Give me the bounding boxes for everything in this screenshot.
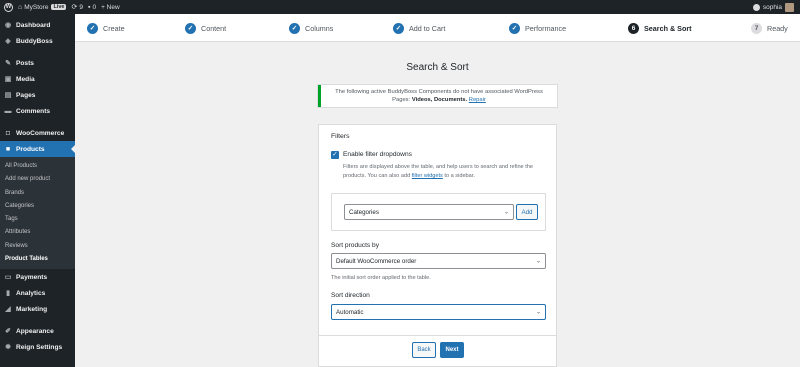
marketing-icon: ◢ — [5, 306, 11, 314]
products-icon: ■ — [5, 145, 11, 153]
step-performance[interactable]: ✓ Performance — [509, 14, 566, 42]
buddyboss-icon: ◈ — [5, 38, 11, 45]
appearance-icon: ✐ — [5, 328, 11, 336]
filters-heading: Filters — [331, 133, 350, 140]
step-content[interactable]: ✓ Content — [185, 14, 226, 42]
enable-filters-label[interactable]: Enable filter dropdowns — [343, 151, 412, 158]
sidebar-item-reign-settings[interactable]: ✹ Reign Settings — [0, 339, 75, 355]
check-icon: ✓ — [509, 22, 520, 34]
woocommerce-icon: ◘ — [5, 129, 11, 137]
site-name-link[interactable]: ⌂ MyStore Live — [18, 0, 67, 14]
sort-by-label: Sort products by — [331, 242, 380, 249]
pin-icon: ✎ — [5, 60, 11, 67]
step-create[interactable]: ✓ Create — [87, 14, 125, 42]
notice-banner: The following active BuddyBoss Component… — [318, 85, 557, 107]
notification-icon[interactable] — [752, 3, 760, 11]
submenu-item-categories[interactable]: Categories — [0, 200, 75, 213]
divider — [319, 335, 556, 336]
submenu-item-product-tables[interactable]: Product Tables — [0, 253, 75, 266]
admin-bar: W ⌂ MyStore Live ⟳ 9 ▪ 0 + New sophia — [0, 0, 800, 14]
live-badge: Live — [51, 4, 67, 10]
add-filter-button[interactable]: Add — [516, 204, 538, 220]
comments-icon: ▬ — [4, 107, 12, 115]
chevron-down-icon: ⌄ — [503, 209, 509, 216]
wizard-steps: ✓ Create ✓ Content ✓ Columns ✓ Add to Cart ✓… — [75, 14, 800, 42]
dashboard-icon: ◉ — [4, 22, 12, 29]
chevron-down-icon: ⌄ — [535, 309, 541, 316]
sort-direction-label: Sort direction — [331, 292, 370, 299]
comments-link[interactable]: ▪ 0 — [88, 0, 96, 14]
payments-icon: ▭ — [4, 274, 12, 282]
step-ready[interactable]: 7 Ready — [751, 14, 788, 42]
submenu-item-reviews[interactable]: Reviews — [0, 240, 75, 253]
submenu-item-all-products[interactable]: All Products — [0, 160, 75, 173]
sidebar-item-marketing[interactable]: ◢ Marketing — [0, 301, 75, 317]
sidebar-item-analytics[interactable]: ▮ Analytics — [0, 285, 75, 301]
sidebar-item-media[interactable]: ▣ Media — [0, 71, 75, 87]
wordpress-logo-icon[interactable]: W — [4, 2, 13, 12]
step-number: 6 — [628, 22, 639, 34]
submenu-item-brands[interactable]: Brands — [0, 187, 75, 200]
admin-sidebar: ◉ Dashboard ◈ BuddyBoss ✎ Posts ▣ Media ▤ Pag… — [0, 14, 75, 367]
filters-help-text: Filters are displayed above the table, a… — [343, 164, 533, 179]
notice-pages: Videos, Documents. — [411, 97, 468, 103]
repair-link[interactable]: Repair — [469, 97, 486, 103]
sidebar-item-woocommerce[interactable]: ◘ WooCommerce — [0, 125, 75, 141]
pages-icon: ▤ — [4, 92, 12, 99]
sort-by-select[interactable]: Default WooCommerce order ⌄ — [331, 253, 546, 269]
back-button[interactable]: Back — [412, 342, 436, 358]
media-icon: ▣ — [4, 76, 12, 83]
gear-icon: ✹ — [5, 344, 11, 352]
submenu-item-add-new-product[interactable]: Add new product — [0, 173, 75, 186]
user-name: sophia — [762, 3, 782, 11]
check-icon: ✓ — [289, 22, 300, 34]
sidebar-item-products[interactable]: ■ Products — [0, 141, 75, 157]
sidebar-item-posts[interactable]: ✎ Posts — [0, 55, 75, 71]
filter-widgets-link[interactable]: filter widgets — [412, 173, 443, 179]
step-number: 7 — [751, 22, 762, 34]
updates-link[interactable]: ⟳ 9 — [71, 0, 83, 14]
sidebar-item-buddyboss[interactable]: ◈ BuddyBoss — [0, 33, 75, 49]
next-button[interactable]: Next — [440, 342, 464, 358]
sidebar-item-pages[interactable]: ▤ Pages — [0, 87, 75, 103]
chevron-down-icon: ⌄ — [535, 258, 541, 265]
check-icon: ✓ — [393, 22, 404, 34]
sidebar-item-comments[interactable]: ▬ Comments — [0, 103, 75, 119]
filter-select[interactable]: Categories ⌄ — [344, 204, 514, 220]
home-icon: ⌂ — [18, 3, 23, 11]
submenu-item-attributes[interactable]: Attributes — [0, 226, 75, 239]
new-content-link[interactable]: + New — [101, 0, 120, 14]
page-title: Search & Sort — [406, 62, 469, 73]
submenu-item-tags[interactable]: Tags — [0, 213, 75, 226]
check-icon: ✓ — [332, 151, 338, 158]
sidebar-item-appearance[interactable]: ✐ Appearance — [0, 323, 75, 339]
enable-filters-checkbox[interactable]: ✓ — [331, 151, 339, 159]
products-submenu: All Products Add new product Brands Cate… — [0, 157, 75, 270]
sort-by-help: The initial sort order applied to the ta… — [331, 275, 431, 281]
comment-icon: ▪ — [87, 3, 91, 11]
sidebar-item-payments[interactable]: ▭ Payments — [0, 269, 75, 285]
step-search-sort[interactable]: 6 Search & Sort — [628, 14, 692, 42]
updates-icon: ⟳ — [71, 4, 78, 11]
check-icon: ✓ — [87, 22, 98, 34]
analytics-icon: ▮ — [6, 290, 10, 298]
step-add-to-cart[interactable]: ✓ Add to Cart — [393, 14, 445, 42]
filter-dropdown-box: Categories ⌄ Add — [331, 193, 546, 231]
sidebar-item-dashboard[interactable]: ◉ Dashboard — [0, 17, 75, 33]
avatar — [785, 2, 794, 12]
settings-card: Filters ✓ Enable filter dropdowns Filter… — [318, 124, 557, 367]
user-menu[interactable]: sophia — [752, 2, 794, 12]
check-icon: ✓ — [185, 22, 196, 34]
step-columns[interactable]: ✓ Columns — [289, 14, 333, 42]
sort-direction-select[interactable]: Automatic ⌄ — [331, 304, 546, 320]
